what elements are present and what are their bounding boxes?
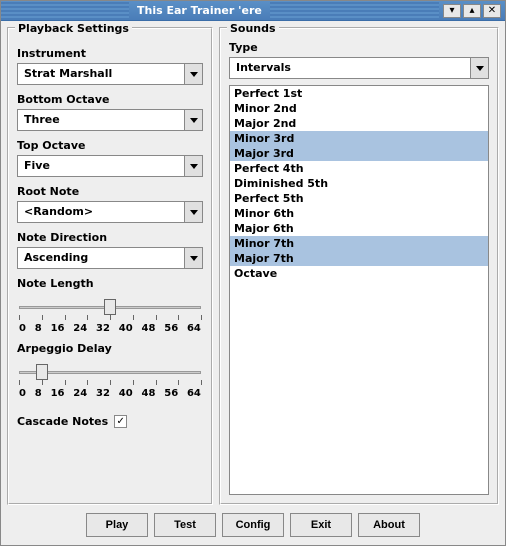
cascade-notes-row: Cascade Notes ✓ [17,415,203,428]
slider-tick-label: 48 [142,323,156,334]
slider-tick-label: 32 [96,323,110,334]
note-direction-label: Note Direction [17,231,203,244]
root-note-value: <Random> [18,202,184,222]
list-item[interactable]: Perfect 4th [230,161,488,176]
test-button[interactable]: Test [154,513,216,537]
chevron-down-icon [190,256,198,261]
app-window: This Ear Trainer 'ere ▾ ▴ ✕ Playback Set… [0,0,506,546]
root-note-dropdown-button[interactable] [184,202,202,222]
slider-tick-label: 56 [164,388,178,399]
close-icon: ✕ [488,5,496,16]
instrument-combo[interactable]: Strat Marshall [17,63,203,85]
close-button[interactable]: ✕ [483,4,501,18]
sounds-list[interactable]: Perfect 1stMinor 2ndMajor 2ndMinor 3rdMa… [229,85,489,495]
window-title: This Ear Trainer 'ere [129,4,270,17]
note-direction-value: Ascending [18,248,184,268]
maximize-icon: ▴ [469,5,474,16]
note-length-slider[interactable]: 08 16 24 32 40 48 56 64 [17,293,203,334]
slider-tick-label: 0 [19,388,26,399]
content-area: Playback Settings Instrument Strat Marsh… [1,21,505,545]
instrument-dropdown-button[interactable] [184,64,202,84]
top-octave-combo[interactable]: Five [17,155,203,177]
list-item[interactable]: Minor 7th [230,236,488,251]
button-row: Play Test Config Exit About [7,509,499,539]
chevron-down-icon [476,66,484,71]
slider-tick-label: 24 [73,388,87,399]
type-label: Type [229,41,489,54]
list-item[interactable]: Minor 3rd [230,131,488,146]
bottom-octave-combo[interactable]: Three [17,109,203,131]
chevron-down-icon [190,210,198,215]
slider-tick-label: 0 [19,323,26,334]
top-octave-value: Five [18,156,184,176]
note-direction-dropdown-button[interactable] [184,248,202,268]
top-octave-label: Top Octave [17,139,203,152]
maximize-button[interactable]: ▴ [463,4,481,18]
note-length-label: Note Length [17,277,203,290]
type-combo[interactable]: Intervals [229,57,489,79]
note-length-thumb[interactable] [104,299,116,315]
list-item[interactable]: Minor 2nd [230,101,488,116]
slider-tick-label: 64 [187,388,201,399]
list-item[interactable]: Minor 6th [230,206,488,221]
slider-tick-label: 56 [164,323,178,334]
about-button[interactable]: About [358,513,420,537]
slider-tick-label: 48 [142,388,156,399]
minimize-icon: ▾ [449,5,454,16]
bottom-octave-label: Bottom Octave [17,93,203,106]
chevron-down-icon [190,118,198,123]
bottom-octave-value: Three [18,110,184,130]
slider-labels: 08 16 24 32 40 48 56 64 [19,388,201,399]
config-button[interactable]: Config [222,513,284,537]
list-item[interactable]: Major 6th [230,221,488,236]
list-item[interactable]: Octave [230,266,488,281]
titlebar-decoration [270,1,439,20]
note-direction-combo[interactable]: Ascending [17,247,203,269]
root-note-label: Root Note [17,185,203,198]
slider-ticks [19,380,201,386]
slider-tick-label: 24 [73,323,87,334]
arpeggio-delay-thumb[interactable] [36,364,48,380]
slider-tick-label: 8 [35,323,42,334]
top-octave-dropdown-button[interactable] [184,156,202,176]
window-controls: ▾ ▴ ✕ [439,4,505,18]
play-button[interactable]: Play [86,513,148,537]
slider-tick-label: 40 [119,323,133,334]
slider-tick-label: 64 [187,323,201,334]
minimize-button[interactable]: ▾ [443,4,461,18]
cascade-notes-checkbox[interactable]: ✓ [114,415,127,428]
slider-tick-label: 40 [119,388,133,399]
cascade-notes-label: Cascade Notes [17,415,108,428]
sounds-group: Sounds Type Intervals Perfect 1stMinor 2… [219,27,499,505]
type-value: Intervals [230,58,470,78]
playback-settings-group: Playback Settings Instrument Strat Marsh… [7,27,213,505]
arpeggio-delay-slider[interactable]: 08 16 24 32 40 48 56 64 [17,358,203,399]
list-item[interactable]: Major 7th [230,251,488,266]
list-item[interactable]: Diminished 5th [230,176,488,191]
list-item[interactable]: Perfect 5th [230,191,488,206]
slider-ticks [19,315,201,321]
titlebar: This Ear Trainer 'ere ▾ ▴ ✕ [1,1,505,21]
type-dropdown-button[interactable] [470,58,488,78]
chevron-down-icon [190,164,198,169]
chevron-down-icon [190,72,198,77]
playback-settings-title: Playback Settings [15,22,132,35]
instrument-label: Instrument [17,47,203,60]
root-note-combo[interactable]: <Random> [17,201,203,223]
slider-tick-label: 8 [35,388,42,399]
list-item[interactable]: Major 2nd [230,116,488,131]
arpeggio-delay-label: Arpeggio Delay [17,342,203,355]
instrument-value: Strat Marshall [18,64,184,84]
panels: Playback Settings Instrument Strat Marsh… [7,27,499,505]
sounds-title: Sounds [227,22,279,35]
slider-tick-label: 32 [96,388,110,399]
list-item[interactable]: Perfect 1st [230,86,488,101]
slider-tick-label: 16 [51,388,65,399]
titlebar-decoration [1,1,129,20]
exit-button[interactable]: Exit [290,513,352,537]
list-item[interactable]: Major 3rd [230,146,488,161]
slider-labels: 08 16 24 32 40 48 56 64 [19,323,201,334]
bottom-octave-dropdown-button[interactable] [184,110,202,130]
slider-tick-label: 16 [51,323,65,334]
